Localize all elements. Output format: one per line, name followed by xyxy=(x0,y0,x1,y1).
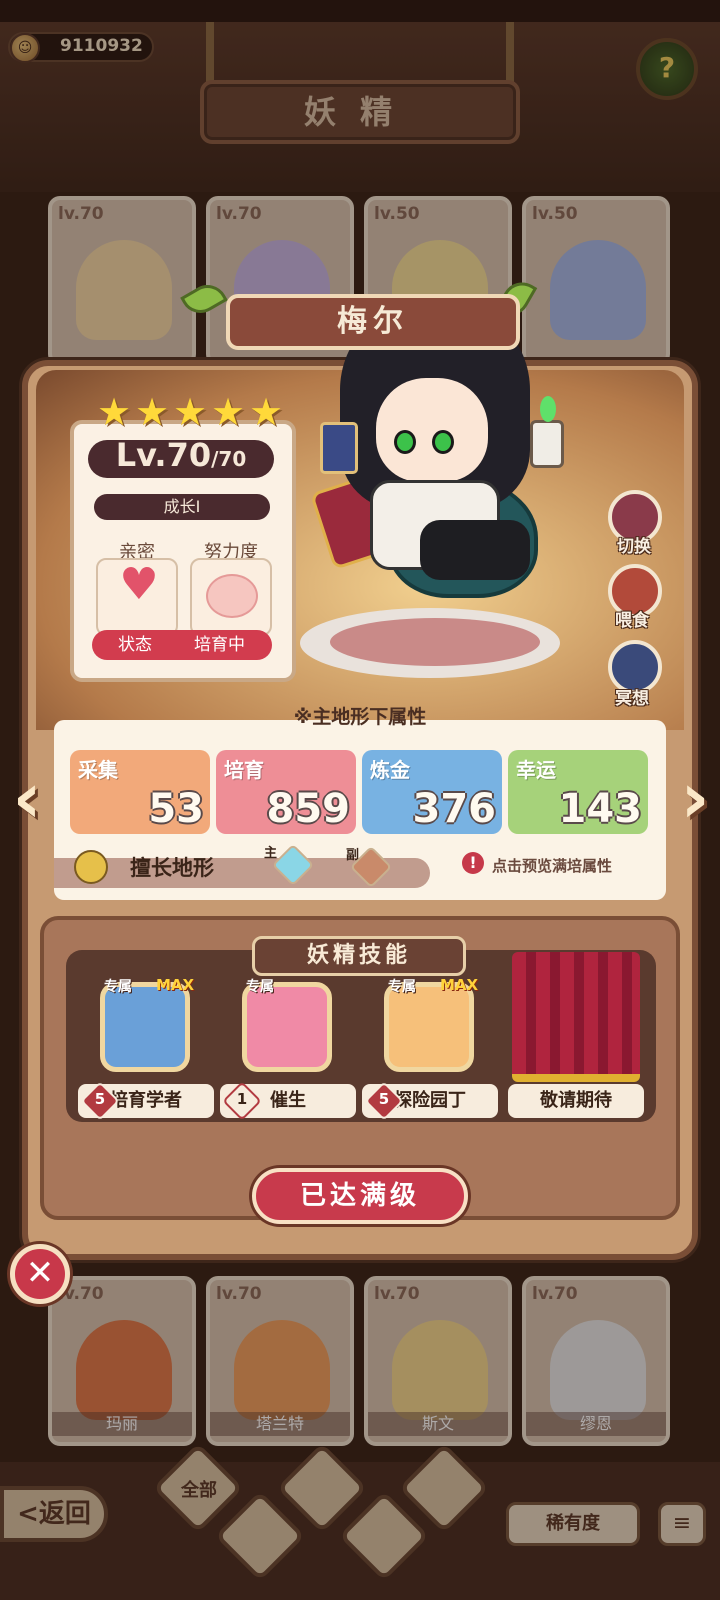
prev-arrow-icon[interactable]: ‹ xyxy=(4,760,50,840)
coming-soon-label: 敬请期待 xyxy=(508,1084,644,1118)
state-value: 培育中 xyxy=(194,635,245,655)
heart-icon: ♥ xyxy=(119,559,159,610)
status-bar-pill: 状态 培育中 xyxy=(92,630,272,660)
candle xyxy=(530,420,564,468)
skill-max-tag: MAX xyxy=(156,976,195,994)
growth-stage: 成长I xyxy=(94,494,270,520)
fairy-character-face xyxy=(376,378,488,482)
state-label: 状态 xyxy=(118,635,152,655)
alert-icon: ! xyxy=(462,852,484,874)
effort-blob-icon xyxy=(206,574,258,618)
terrain-main-tag: 主 xyxy=(264,846,278,861)
attr-value: 53 xyxy=(148,786,204,832)
level-max: /70 xyxy=(211,447,247,471)
attr-name: 采集 xyxy=(78,758,118,782)
attr-name: 幸运 xyxy=(516,758,556,782)
fairy-character-legs xyxy=(420,520,530,580)
star-icon: ★ xyxy=(248,390,284,434)
feed-label[interactable]: 喂食 xyxy=(600,606,664,631)
intimacy-box[interactable]: ♥ xyxy=(96,558,178,636)
attributes-header: ※主地形下属性 xyxy=(293,706,427,728)
skill-exclusive-tag: 专属 xyxy=(104,979,132,995)
attr-nurture: 培育 859 xyxy=(216,750,356,834)
star-icon: ★ xyxy=(172,390,208,434)
max-level-button[interactable]: 已达满级 xyxy=(252,1168,468,1224)
level-current: Lv.70 xyxy=(115,436,212,474)
skill-level: 5 xyxy=(94,1090,106,1108)
fairy-name: 梅尔 xyxy=(337,304,409,339)
terrain-help-icon[interactable] xyxy=(74,850,108,884)
fairy-eye-left xyxy=(394,430,416,454)
attr-value: 859 xyxy=(266,786,351,832)
attr-value: 376 xyxy=(412,786,497,832)
attr-alchemy: 炼金 376 xyxy=(362,750,502,834)
skill-exclusive-tag: 专属 xyxy=(246,979,274,995)
skill-exclusive-tag: 专属 xyxy=(388,979,416,995)
fairy-eye-right xyxy=(432,430,454,454)
skill-level: 1 xyxy=(236,1090,248,1108)
effort-box[interactable] xyxy=(190,558,272,636)
next-arrow-icon[interactable]: › xyxy=(672,760,718,840)
skill-level: 5 xyxy=(378,1090,390,1108)
skills-title: 妖精技能 xyxy=(252,936,466,976)
preview-full-attributes[interactable]: 点击预览满培属性 xyxy=(492,855,612,876)
rug-center xyxy=(330,618,540,666)
close-icon[interactable]: ✕ xyxy=(10,1244,70,1304)
attr-value: 143 xyxy=(558,786,643,832)
star-icon: ★ xyxy=(96,390,132,434)
attr-gather: 采集 53 xyxy=(70,750,210,834)
switch-label[interactable]: 切换 xyxy=(602,532,666,557)
fairy-level: Lv.70/70 xyxy=(88,436,274,474)
candle-flame xyxy=(540,396,556,422)
attr-luck: 幸运 143 xyxy=(508,750,648,834)
attr-name: 炼金 xyxy=(370,758,410,782)
coming-soon-curtain xyxy=(512,952,640,1082)
star-icon: ★ xyxy=(210,390,246,434)
skill-max-tag: MAX xyxy=(440,976,479,994)
attr-name: 培育 xyxy=(224,758,264,782)
tarot-card-icon xyxy=(320,422,358,474)
terrain-label: 擅长地形 xyxy=(130,856,214,880)
star-icon: ★ xyxy=(134,390,170,434)
